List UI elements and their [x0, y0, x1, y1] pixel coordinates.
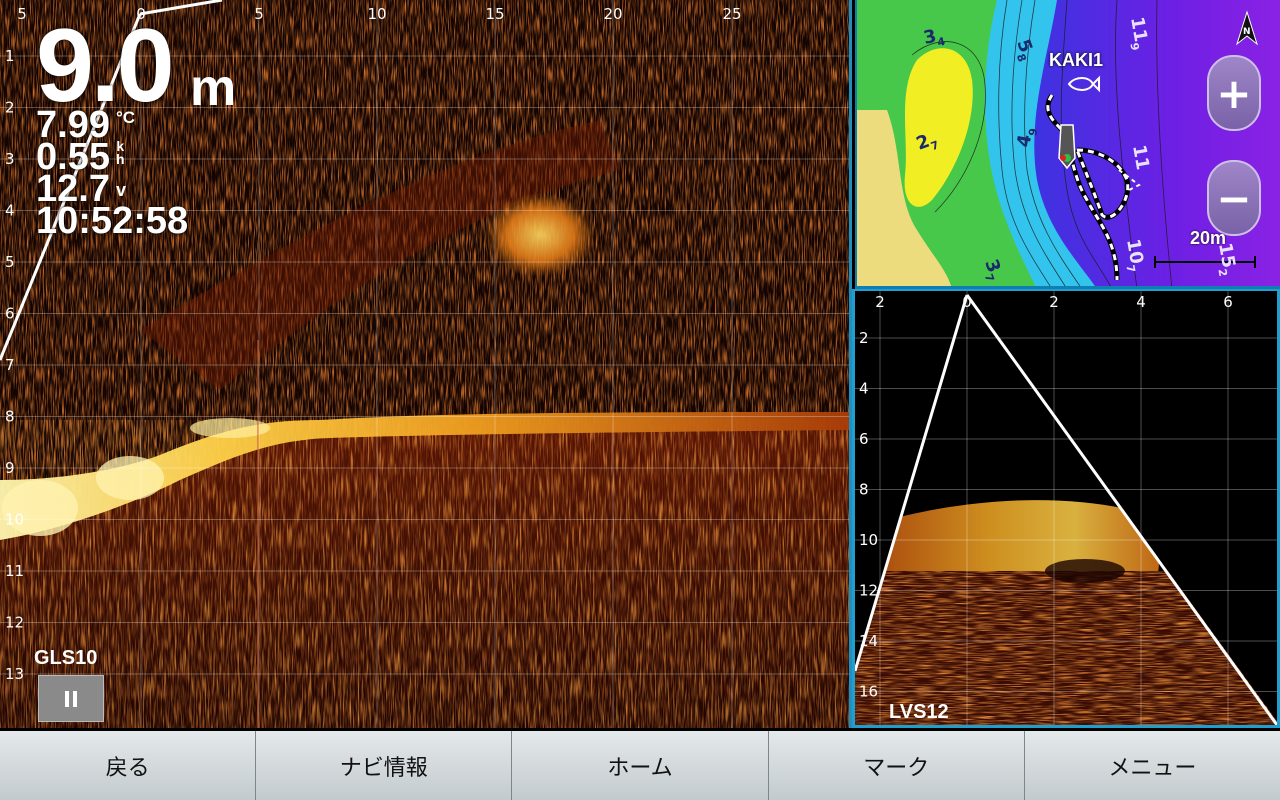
- depth-tick-label: 6: [5, 305, 15, 323]
- clock-readout: 10:52:58: [36, 200, 189, 242]
- home-softkey[interactable]: ホーム: [512, 731, 769, 800]
- voltage-unit: v: [116, 180, 127, 200]
- down-depth-tick-label: 4: [859, 380, 869, 398]
- pause-icon: [63, 690, 79, 707]
- down-depth-tick-label: 12: [859, 582, 878, 600]
- depth-tick-label: 9: [5, 459, 15, 477]
- depth-tick-label: 5: [5, 253, 15, 271]
- depth-tick-label: 2: [5, 99, 15, 117]
- down-source-label: LVS12: [889, 701, 949, 723]
- depth-tick-label: 11: [5, 562, 24, 580]
- down-range-tick-label: 6: [1223, 293, 1233, 311]
- depth-tick-label: 10: [5, 511, 24, 529]
- range-tick-label: 5: [254, 5, 264, 23]
- down-range-tick-label: 2: [875, 293, 885, 311]
- depth-tick-label: 3: [5, 150, 15, 168]
- water-temp-unit: °C: [116, 108, 136, 127]
- svg-text:N: N: [1243, 27, 1251, 37]
- range-tick-label: 20: [603, 5, 622, 23]
- zoom-in-button[interactable]: +: [1207, 55, 1261, 131]
- down-depth-tick-label: 16: [859, 683, 878, 701]
- nav-info-softkey[interactable]: ナビ情報: [256, 731, 513, 800]
- forward-sonar-panel[interactable]: 5 0 5 10 15 20 25 1 2 3 4 5 6 7 8 9 10 11 12 13 9.0 m 7.99…: [0, 0, 852, 728]
- depth-readout: 9.0: [36, 8, 175, 124]
- down-depth-tick-label: 6: [859, 430, 869, 448]
- down-depth-tick-label: 10: [859, 531, 878, 549]
- down-range-tick-label: 4: [1136, 293, 1146, 311]
- down-depth-tick-label: 14: [859, 632, 878, 650]
- waypoint-label[interactable]: KAKI1: [1049, 50, 1103, 71]
- down-depth-tick-label: 2: [859, 329, 869, 347]
- depth-tick-label: 13: [5, 665, 24, 683]
- zoom-out-button[interactable]: −: [1207, 160, 1261, 236]
- menu-softkey[interactable]: メニュー: [1024, 731, 1280, 800]
- range-tick-label: 5: [17, 5, 27, 23]
- depth-tick-label: 7: [5, 356, 15, 374]
- back-softkey[interactable]: 戻る: [0, 731, 257, 800]
- depth-tick-label: 4: [5, 202, 15, 220]
- navigation-chart-panel[interactable]: N 34 27 58 49 119 11 107 37 152 KAKI1 + − 20m: [855, 0, 1280, 289]
- contour-depth-label: 11: [1128, 143, 1153, 171]
- depth-tick-label: 12: [5, 614, 24, 632]
- down-depth-tick-label: 8: [859, 481, 869, 499]
- boat-icon: [1058, 124, 1076, 170]
- softkey-bar: 戻る ナビ情報 ホーム マーク メニュー: [0, 731, 1280, 800]
- depth-tick-label: 8: [5, 408, 15, 426]
- down-range-tick-label: 0: [962, 293, 972, 311]
- down-range-tick-label: 2: [1049, 293, 1059, 311]
- pause-button[interactable]: [38, 675, 104, 722]
- down-sonar-panel[interactable]: 2 0 2 4 6 2 4 6 8 10 12 14 16 LVS12: [852, 289, 1280, 728]
- forward-source-label: GLS10: [34, 647, 98, 669]
- range-tick-label: 25: [722, 5, 741, 23]
- range-tick-label: 10: [367, 5, 386, 23]
- down-sonar-image: 2 0 2 4 6 2 4 6 8 10 12 14 16: [855, 291, 1277, 725]
- depth-unit: m: [190, 59, 237, 117]
- mark-softkey[interactable]: マーク: [768, 731, 1025, 800]
- depth-tick-label: 1: [5, 47, 15, 65]
- speed-unit-bottom: h: [116, 151, 125, 167]
- speed-unit: k h: [116, 139, 125, 167]
- map-scale-label: 20m: [1190, 228, 1227, 248]
- range-tick-label: 15: [485, 5, 504, 23]
